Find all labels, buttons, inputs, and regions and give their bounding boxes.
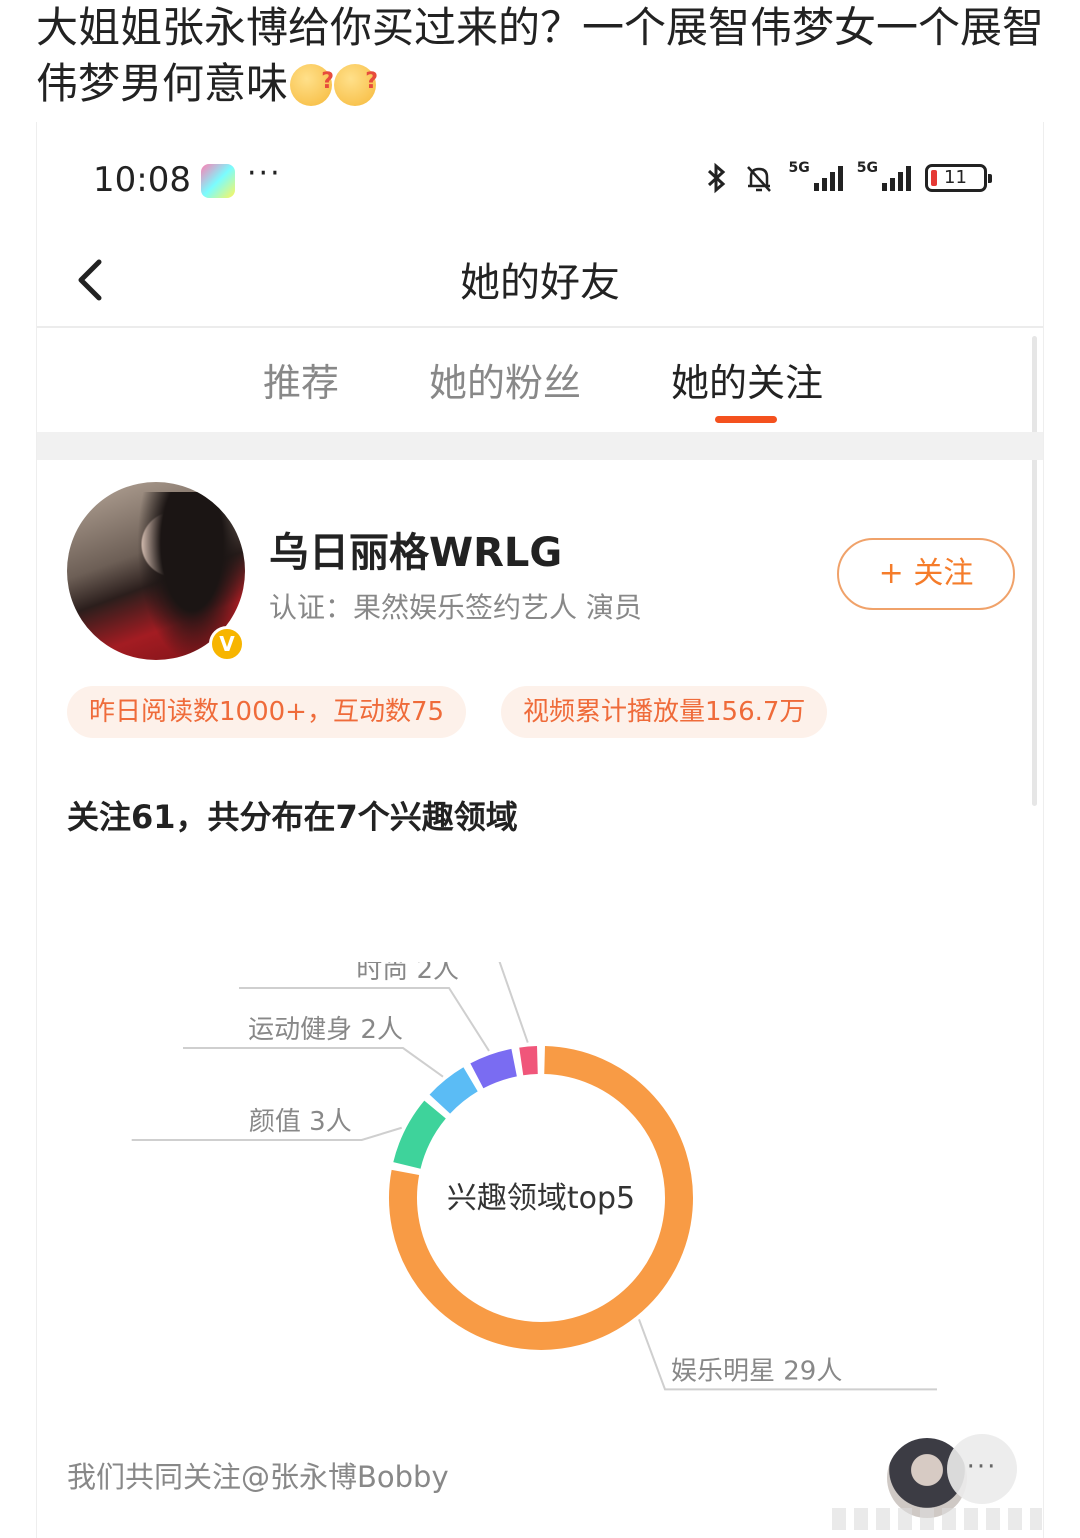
donut-label-2: 颜值 3人: [249, 1107, 352, 1137]
verification-text: 认证：果然娱乐签约艺人 演员: [269, 591, 642, 624]
donut-slice-3: [429, 1067, 479, 1114]
signal-icon: [813, 165, 843, 191]
phone-screenshot: 10:08 ··· 5G 5G 11 她的好友 推荐 她的粉丝 她的关注 V 乌…: [36, 122, 1044, 1538]
battery-level: 11: [944, 167, 967, 188]
tab-recommended[interactable]: 推荐: [263, 352, 339, 407]
thinking-face-emoji-icon: [334, 54, 378, 110]
tab-her-fans[interactable]: 她的粉丝: [429, 352, 581, 407]
more-options-button[interactable]: ···: [947, 1434, 1017, 1504]
user-name[interactable]: 乌日丽格WRLG: [269, 520, 562, 578]
watermark: [832, 1508, 1042, 1530]
common-follow-text[interactable]: 我们共同关注@张永博Bobby: [67, 1454, 449, 1496]
status-time: 10:08: [93, 160, 191, 200]
donut-slice-2: [393, 1100, 447, 1170]
status-bar: 10:08 ··· 5G 5G 11: [37, 152, 1043, 208]
more-notifications-icon: ···: [247, 156, 282, 191]
stat-pill-reads: 昨日阅读数1000+，互动数75: [67, 686, 467, 738]
donut-slice-5: [519, 1046, 538, 1076]
donut-label-3: 运动健身 2人: [248, 1015, 403, 1045]
section-divider: [37, 432, 1043, 460]
caption-text: 大姐姐张永博给你买过来的？一个展智伟梦女一个展智伟梦男何意味: [36, 3, 1045, 108]
interest-summary: 关注61，共分布在7个兴趣领域: [67, 798, 518, 836]
interest-donut-chart: 娱乐明星 29人颜值 3人运动健身 2人时尚 2人科技 1人 兴趣领域top5: [131, 962, 937, 1391]
status-icons: 5G 5G 11: [703, 160, 992, 194]
donut-label-4: 时尚 2人: [356, 962, 459, 985]
post-caption: 大姐姐张永博给你买过来的？一个展智伟梦女一个展智伟梦男何意味: [36, 0, 1046, 112]
stat-pill-video-plays: 视频累计播放量156.7万: [501, 686, 828, 738]
tab-her-following[interactable]: 她的关注: [671, 352, 823, 407]
game-app-icon: [201, 164, 235, 198]
signal-icon-2: [882, 165, 911, 191]
verified-badge-icon: V: [209, 626, 245, 662]
tab-bar: 推荐 她的粉丝 她的关注: [37, 328, 1043, 432]
network-5g-label: 5G: [788, 160, 810, 176]
bell-muted-icon: [746, 166, 771, 192]
donut-label-1: 娱乐明星 29人: [671, 1356, 842, 1386]
thinking-face-emoji-icon: [290, 54, 334, 110]
network-5g-label-2: 5G: [856, 160, 878, 176]
page-title: 她的好友: [460, 260, 620, 306]
scrollbar[interactable]: [1032, 336, 1037, 806]
active-tab-indicator: [715, 416, 777, 423]
nav-bar: 她的好友: [37, 232, 1043, 328]
chart-center-title: 兴趣领域top5: [447, 1181, 635, 1216]
donut-slice-4: [470, 1048, 518, 1089]
bluetooth-icon: [707, 162, 725, 194]
battery-icon: 11: [925, 164, 992, 192]
follow-button[interactable]: + 关注: [837, 538, 1015, 610]
donut-leader-line-3: [182, 1047, 444, 1078]
